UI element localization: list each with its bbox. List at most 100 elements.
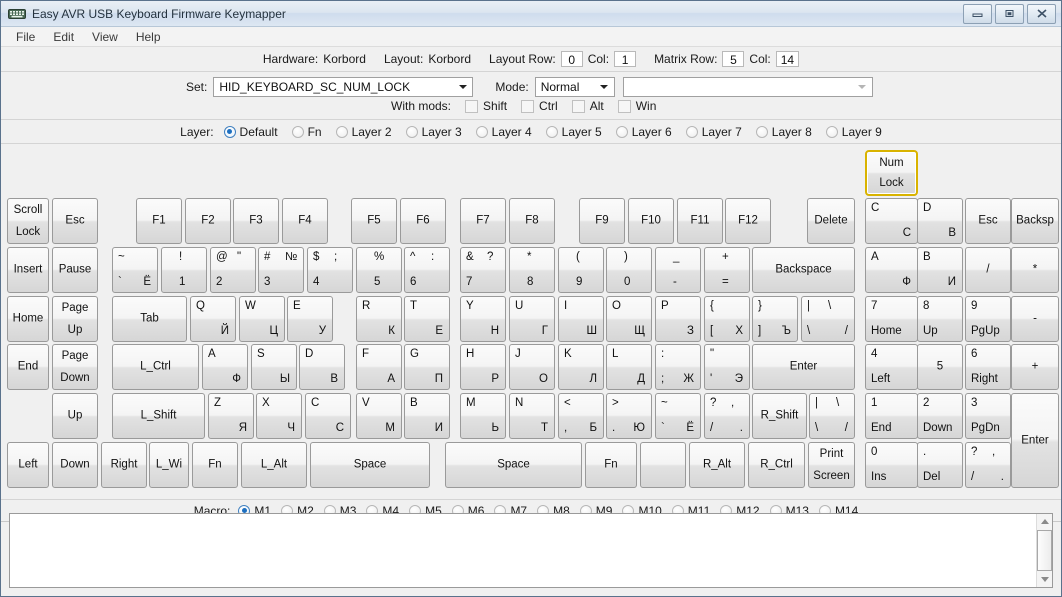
key-f[interactable]: FА — [356, 344, 402, 390]
layer-option-layer-6[interactable]: Layer 6 — [615, 125, 672, 139]
key-3[interactable]: 3 PgDn — [965, 393, 1011, 439]
key-up[interactable]: Up — [52, 393, 98, 439]
ctrl-checkbox[interactable] — [521, 99, 535, 113]
key-n[interactable]: NТ — [509, 393, 555, 439]
layer-option-fn[interactable]: Fn — [291, 125, 322, 139]
layer-option-layer-2[interactable]: Layer 2 — [335, 125, 392, 139]
key-left[interactable]: Left — [7, 442, 49, 488]
key-[interactable]: * — [1011, 247, 1059, 293]
key-[interactable]: % 5 — [356, 247, 402, 293]
layer-option-layer-9[interactable]: Layer 9 — [825, 125, 882, 139]
key-f7[interactable]: F7 — [460, 198, 506, 244]
set-combo[interactable]: HID_KEYBOARD_SC_NUM_LOCK — [213, 77, 474, 97]
key-[interactable]: * 8 — [509, 247, 555, 293]
radio-icon[interactable] — [335, 125, 348, 138]
key-u[interactable]: UГ — [509, 296, 555, 342]
key-r-alt[interactable]: R_Alt — [689, 442, 745, 488]
key-a[interactable]: AФ — [202, 344, 248, 390]
key-[interactable]: ! 1 — [161, 247, 207, 293]
key-7[interactable]: 7 Home — [865, 296, 918, 342]
radio-icon[interactable] — [615, 125, 628, 138]
key-[interactable]: $; 4 — [307, 247, 353, 293]
menu-item-edit[interactable]: Edit — [44, 28, 83, 46]
key-[interactable]: ) 0 — [606, 247, 652, 293]
key-[interactable]: # № 3 — [258, 247, 304, 293]
key-v[interactable]: VМ — [356, 393, 402, 439]
radio-icon[interactable] — [223, 125, 236, 138]
key-0[interactable]: 0 Ins — [865, 442, 918, 488]
extra-combo[interactable] — [622, 77, 873, 97]
key-[interactable]: <, Б — [558, 393, 604, 439]
layer-option-layer-5[interactable]: Layer 5 — [545, 125, 602, 139]
key-[interactable]: ~ ` Ё — [112, 247, 158, 293]
key-[interactable]: {[Х — [704, 296, 750, 342]
key-[interactable]: _ - — [655, 247, 701, 293]
key-delete[interactable]: Delete — [807, 198, 855, 244]
key-f1[interactable]: F1 — [136, 198, 182, 244]
key-f3[interactable]: F3 — [233, 198, 279, 244]
key-space[interactable]: Space — [445, 442, 582, 488]
key-[interactable]: | \ \ / — [801, 296, 855, 342]
key-f9[interactable]: F9 — [579, 198, 625, 244]
scroll-up-icon[interactable] — [1038, 515, 1052, 528]
key-[interactable]: &? 7 — [460, 247, 506, 293]
layer-option-layer-4[interactable]: Layer 4 — [475, 125, 532, 139]
key-home[interactable]: Home — [7, 296, 49, 342]
menu-item-help[interactable]: Help — [127, 28, 170, 46]
radio-icon[interactable] — [545, 125, 558, 138]
win-checkbox[interactable] — [617, 99, 631, 113]
mod-win[interactable]: Win — [617, 99, 656, 113]
shift-checkbox[interactable] — [465, 99, 479, 113]
alt-checkbox[interactable] — [571, 99, 585, 113]
key-j[interactable]: JО — [509, 344, 555, 390]
key-l-shift[interactable]: L_Shift — [112, 393, 205, 439]
key-l-ctrl[interactable]: L_Ctrl — [112, 344, 199, 390]
key-end[interactable]: End — [7, 344, 49, 390]
key-f8[interactable]: F8 — [509, 198, 555, 244]
key-r-shift[interactable]: R_Shift — [752, 393, 807, 439]
key-down[interactable]: Down — [52, 442, 98, 488]
radio-icon[interactable] — [475, 125, 488, 138]
key-[interactable]: " ' Э — [704, 344, 750, 390]
key-h[interactable]: HР — [460, 344, 506, 390]
key-space[interactable]: Space — [310, 442, 430, 488]
key-fn[interactable]: Fn — [192, 442, 238, 488]
key-[interactable]: >. Ю — [606, 393, 652, 439]
key-[interactable]: }] Ъ — [752, 296, 798, 342]
menu-item-file[interactable]: File — [7, 28, 44, 46]
key-[interactable]: ?, /. — [704, 393, 750, 439]
key-enter[interactable]: Enter — [1011, 393, 1059, 488]
key-scroll[interactable]: Scroll Lock — [7, 198, 49, 244]
key-f11[interactable]: F11 — [677, 198, 723, 244]
key-[interactable]: | \ \ / — [809, 393, 855, 439]
key-f2[interactable]: F2 — [185, 198, 231, 244]
layer-option-default[interactable]: Default — [223, 125, 278, 139]
layer-option-layer-3[interactable]: Layer 3 — [405, 125, 462, 139]
key-x[interactable]: XЧ — [256, 393, 302, 439]
key-esc[interactable]: Esc — [52, 198, 98, 244]
scroll-down-icon[interactable] — [1038, 573, 1052, 586]
key-insert[interactable]: Insert — [7, 247, 49, 293]
key-[interactable]: ^: 6 — [404, 247, 450, 293]
key-w[interactable]: WЦ — [239, 296, 285, 342]
log-scrollbar[interactable] — [1036, 514, 1052, 587]
key-b[interactable]: BИ — [404, 393, 450, 439]
key-4[interactable]: 4 Left — [865, 344, 918, 390]
key-9[interactable]: 9 PgUp — [965, 296, 1011, 342]
key-fn[interactable]: Fn — [585, 442, 637, 488]
close-button[interactable] — [1027, 3, 1056, 24]
key-l-wi[interactable]: L_Wi — [149, 442, 189, 488]
key-[interactable]: @ " 2 — [210, 247, 256, 293]
key-num[interactable]: Num Lock — [865, 150, 918, 196]
key-c[interactable]: CС — [305, 393, 351, 439]
key-8[interactable]: 8 Up — [917, 296, 963, 342]
key-enter[interactable]: Enter — [752, 344, 855, 390]
key-[interactable]: / — [965, 247, 1011, 293]
radio-icon[interactable] — [405, 125, 418, 138]
log-textarea[interactable] — [9, 513, 1053, 588]
layer-option-layer-8[interactable]: Layer 8 — [755, 125, 812, 139]
key-[interactable]: . Del — [917, 442, 963, 488]
log-text[interactable] — [10, 514, 1036, 587]
key-k[interactable]: KЛ — [558, 344, 604, 390]
key-pause[interactable]: Pause — [52, 247, 98, 293]
